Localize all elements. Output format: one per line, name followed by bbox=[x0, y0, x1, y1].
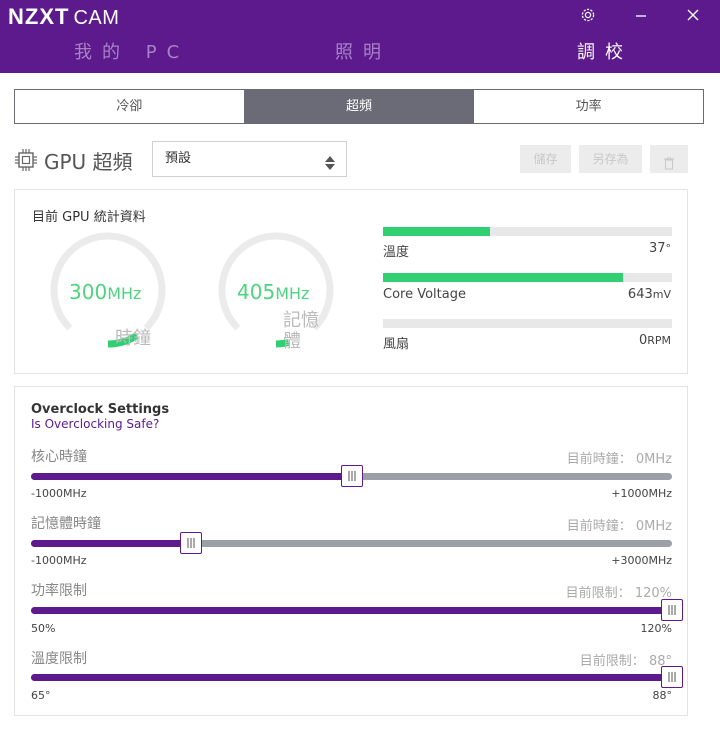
main-nav: 我的 PC 照明 調校 bbox=[0, 38, 720, 68]
temperature-limit-slider-handle[interactable] bbox=[661, 666, 683, 688]
brand-logo-light: CAM bbox=[73, 7, 120, 29]
close-icon[interactable] bbox=[681, 3, 705, 27]
preset-select-value: 預設 bbox=[165, 151, 192, 166]
brand-logo: NZXT CAM bbox=[8, 4, 119, 30]
overclock-settings-title: Overclock Settings bbox=[31, 402, 170, 417]
tab-cooling[interactable]: 冷卻 bbox=[15, 90, 245, 123]
gpu-stats-title: 目前 GPU 統計資料 bbox=[32, 210, 146, 225]
memory-clock-current: 目前時鐘： 0MHz bbox=[566, 519, 672, 534]
minimize-icon[interactable] bbox=[629, 3, 653, 27]
gpu-stats-card: 目前 GPU 統計資料 300MHz 時鐘 405MHz 記憶體 溫度 37° … bbox=[14, 189, 688, 374]
core-clock-slider-fill bbox=[31, 473, 352, 480]
gpu-chip-icon bbox=[14, 148, 38, 172]
preset-select[interactable]: 預設 bbox=[152, 141, 347, 177]
temperature-limit-max: 88° bbox=[652, 689, 673, 702]
save-as-button[interactable]: 另存為 bbox=[579, 145, 642, 173]
trash-icon bbox=[664, 152, 674, 180]
clock-gauge-label: 時鐘 bbox=[115, 328, 151, 349]
core-clock-slider[interactable] bbox=[31, 465, 672, 487]
core-voltage-bar bbox=[383, 273, 672, 282]
memory-clock-slider-fill bbox=[31, 540, 192, 547]
fan-label: 風扇 bbox=[383, 337, 410, 352]
power-limit-min: 50% bbox=[31, 622, 56, 635]
fan-value: 0RPM bbox=[638, 333, 671, 348]
temperature-value: 37° bbox=[648, 241, 671, 256]
fan-bar bbox=[383, 319, 672, 328]
temperature-limit-min: 65° bbox=[31, 689, 51, 702]
sort-arrows-icon bbox=[324, 151, 336, 185]
page-title: GPU 超頻 bbox=[44, 150, 133, 174]
temperature-bar bbox=[383, 227, 672, 236]
core-clock-label: 核心時鐘 bbox=[31, 449, 87, 465]
power-limit-current: 目前限制： 120% bbox=[565, 586, 672, 601]
core-clock-max: +1000MHz bbox=[611, 487, 672, 500]
save-button[interactable]: 儲存 bbox=[520, 145, 571, 173]
temperature-limit-slider[interactable] bbox=[31, 666, 683, 688]
temperature-limit-slider-fill bbox=[31, 674, 672, 681]
power-limit-label: 功率限制 bbox=[31, 583, 87, 599]
memory-gauge-label: 記憶體 bbox=[283, 310, 319, 352]
tab-power[interactable]: 功率 bbox=[474, 90, 703, 123]
core-clock-current: 目前時鐘： 0MHz bbox=[566, 452, 672, 467]
settings-gear-icon[interactable] bbox=[576, 3, 600, 27]
memory-gauge-value: 405MHz bbox=[237, 280, 310, 304]
brand-logo-bold: NZXT bbox=[8, 4, 70, 29]
overclocking-safe-link[interactable]: Is Overclocking Safe? bbox=[31, 417, 159, 431]
core-voltage-value: 643mV bbox=[627, 287, 671, 302]
memory-clock-slider[interactable] bbox=[31, 532, 672, 554]
power-limit-slider-fill bbox=[31, 607, 672, 614]
power-limit-slider[interactable] bbox=[31, 599, 683, 621]
power-limit-max: 120% bbox=[640, 622, 672, 635]
temperature-limit-label: 溫度限制 bbox=[31, 651, 87, 667]
clock-gauge-value: 300MHz bbox=[69, 280, 142, 304]
temperature-label: 溫度 bbox=[383, 245, 410, 260]
memory-clock-label: 記憶體時鐘 bbox=[31, 516, 101, 532]
core-clock-min: -1000MHz bbox=[31, 487, 87, 500]
nav-tuning[interactable]: 調校 bbox=[577, 38, 633, 68]
nav-lighting[interactable]: 照明 bbox=[335, 38, 391, 68]
core-voltage-label: Core Voltage bbox=[383, 287, 466, 302]
tuning-tabs: 冷卻 超頻 功率 bbox=[14, 89, 704, 124]
temperature-limit-current: 目前限制： 88° bbox=[579, 654, 672, 669]
delete-button[interactable] bbox=[650, 145, 688, 173]
app-header: NZXT CAM 我的 PC 照明 調校 bbox=[0, 0, 720, 73]
memory-clock-min: -1000MHz bbox=[31, 554, 87, 567]
memory-clock-slider-handle[interactable] bbox=[180, 532, 203, 554]
power-limit-slider-handle[interactable] bbox=[661, 599, 683, 621]
tab-overclock[interactable]: 超頻 bbox=[244, 90, 475, 123]
nav-my-pc[interactable]: 我的 PC bbox=[74, 38, 189, 68]
memory-clock-max: +3000MHz bbox=[611, 554, 672, 567]
core-voltage-bar-fill bbox=[383, 273, 623, 282]
temperature-bar-fill bbox=[383, 227, 490, 236]
core-clock-slider-handle[interactable] bbox=[340, 465, 363, 487]
